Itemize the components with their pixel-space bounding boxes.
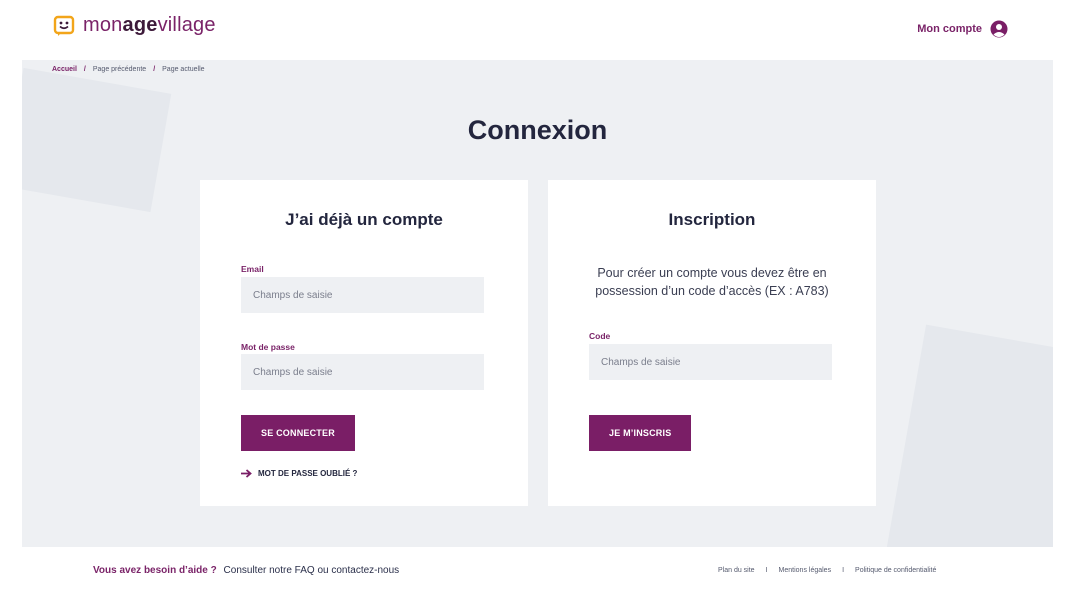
logo-text-age: age: [122, 14, 158, 36]
breadcrumb: Accueil / Page précédente / Page actuell…: [52, 66, 205, 73]
breadcrumb-home[interactable]: Accueil: [52, 66, 77, 73]
help-section: Vous avez besoin d’aide ? Consulter notr…: [93, 565, 399, 576]
logo[interactable]: monagevillage: [53, 14, 216, 37]
main-content: Accueil / Page précédente / Page actuell…: [22, 60, 1053, 547]
signup-card: Inscription Pour créer un compte vous de…: [548, 180, 876, 506]
breadcrumb-previous[interactable]: Page précédente: [93, 66, 146, 73]
breadcrumb-separator: /: [83, 66, 86, 73]
password-label: Mot de passe: [241, 342, 295, 352]
arrow-right-icon: [241, 469, 252, 478]
footer-link-separator: I: [842, 567, 845, 574]
login-heading: J’ai déjà un compte: [285, 210, 443, 229]
breadcrumb-separator: /: [153, 66, 156, 73]
login-card: J’ai déjà un compte Email Mot de passe S…: [200, 180, 528, 506]
code-field[interactable]: [589, 344, 832, 380]
account-label: Mon compte: [917, 23, 982, 35]
page-title: Connexion: [467, 115, 608, 145]
help-question: Vous avez besoin d’aide ?: [93, 565, 217, 576]
footer: Vous avez besoin d’aide ? Consulter notr…: [0, 547, 1068, 602]
email-field[interactable]: [241, 277, 484, 313]
help-link[interactable]: Consulter notre FAQ ou contactez-nous: [224, 565, 400, 576]
logo-text: monagevillage: [83, 14, 216, 37]
signup-info: Pour créer un compte vous devez être en …: [595, 266, 829, 298]
login-button[interactable]: SE CONNECTER: [241, 415, 355, 451]
logo-text-mon: mon: [83, 14, 123, 36]
smiley-chat-bubble-icon: [53, 15, 75, 36]
decorative-shape: [880, 324, 1053, 547]
footer-link-sitemap[interactable]: Plan du site: [718, 567, 755, 574]
user-circle-icon: [990, 20, 1008, 38]
footer-link-legal[interactable]: Mentions légales: [779, 567, 832, 574]
footer-link-separator: I: [765, 567, 768, 574]
header: monagevillage Mon compte: [0, 0, 1068, 60]
footer-link-privacy[interactable]: Politique de confidentialité: [855, 567, 936, 574]
password-field[interactable]: [241, 354, 484, 390]
code-label: Code: [589, 331, 611, 341]
forgot-password-label: MOT DE PASSE OUBLIÉ ?: [258, 469, 358, 478]
forgot-password-link[interactable]: MOT DE PASSE OUBLIÉ ?: [241, 469, 357, 478]
logo-text-village: village: [157, 14, 216, 36]
signup-button[interactable]: JE M’INSCRIS: [589, 415, 692, 451]
breadcrumb-current: Page actuelle: [162, 66, 205, 73]
signup-heading: Inscription: [668, 210, 756, 229]
account-link[interactable]: Mon compte: [917, 20, 1008, 38]
email-label: Email: [241, 264, 264, 274]
footer-links: Plan du site I Mentions légales I Politi…: [718, 567, 936, 574]
